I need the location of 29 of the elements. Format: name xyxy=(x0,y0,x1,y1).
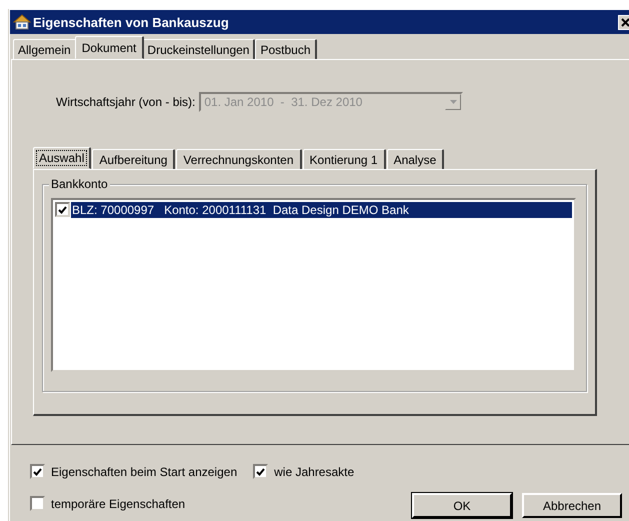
tab[interactable]: Aufbereitung xyxy=(92,149,176,169)
tab[interactable]: Verrechnungskonten xyxy=(176,149,302,169)
ok-button[interactable]: OK xyxy=(412,493,512,518)
checkbox[interactable] xyxy=(253,464,268,479)
tab[interactable]: Dokument xyxy=(74,36,144,59)
tab[interactable]: Allgemein xyxy=(13,39,77,59)
list-item[interactable]: BLZ: 70000997 Konto: 2000111131 Data Design DEMO Bank xyxy=(71,202,572,218)
account-list[interactable]: BLZ: 70000997 Konto: 2000111131 Data Design DEMO Bank xyxy=(51,198,576,372)
cancel-button[interactable]: Abbrechen xyxy=(522,493,622,518)
checkmark-icon xyxy=(33,468,42,476)
tab[interactable]: Auswahl xyxy=(33,147,92,169)
tab[interactable]: Kontierung 1 xyxy=(302,149,386,169)
checkbox-label: temporäre Eigenschaften xyxy=(51,496,186,510)
window-title: Eigenschaften von Bankauszug xyxy=(33,14,230,30)
close-icon[interactable] xyxy=(618,14,629,30)
house-icon xyxy=(13,14,31,30)
tab[interactable]: Postbuch xyxy=(255,39,317,59)
checkbox-label: Eigenschaften beim Start anzeigen xyxy=(51,464,238,478)
group-title: Bankkonto xyxy=(49,177,110,191)
checkmark-icon xyxy=(58,206,67,214)
field-label: Wirtschaftsjahr (von - bis): xyxy=(56,95,196,109)
checkbox[interactable] xyxy=(30,496,45,511)
checkbox[interactable] xyxy=(55,202,70,217)
tab[interactable]: Druckeinstellungen xyxy=(142,39,256,59)
checkbox[interactable] xyxy=(30,464,45,479)
checkbox-label: wie Jahresakte xyxy=(274,464,354,478)
checkmark-icon xyxy=(256,468,266,476)
dropdown-arrow-icon xyxy=(450,100,457,104)
tab[interactable]: Analyse xyxy=(386,149,444,169)
